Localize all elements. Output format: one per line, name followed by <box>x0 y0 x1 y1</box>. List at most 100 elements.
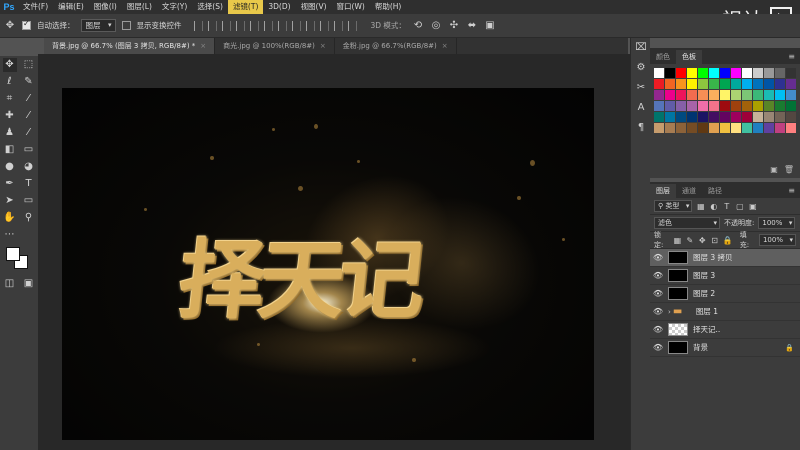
3d-drag-icon[interactable]: ✣ <box>448 20 460 32</box>
close-icon[interactable]: × <box>442 42 448 50</box>
distribute-hcenter-icon[interactable] <box>333 20 343 31</box>
lock-position-icon[interactable]: ✥ <box>698 236 706 245</box>
color-swatch[interactable] <box>720 68 730 78</box>
align-hcenter-icon[interactable] <box>249 20 259 31</box>
color-swatch[interactable] <box>698 112 708 122</box>
auto-select-checkbox[interactable] <box>22 19 31 30</box>
hand-tool-icon[interactable]: ✋ <box>3 211 17 225</box>
color-swatch[interactable] <box>665 68 675 78</box>
shape-filter-icon[interactable]: ▢ <box>735 202 744 211</box>
show-transform-checkbox[interactable] <box>121 21 131 30</box>
tab-swatches[interactable]: 色板 <box>676 50 702 64</box>
adjust-icon[interactable]: ✂ <box>631 78 651 98</box>
3d-slide-icon[interactable]: ⬌ <box>466 20 478 32</box>
color-swatch[interactable] <box>720 101 730 111</box>
align-left-icon[interactable] <box>235 20 245 31</box>
rectangle-tool-icon[interactable]: ▭ <box>22 194 36 208</box>
color-swatch[interactable] <box>753 123 763 133</box>
marquee-tool-icon[interactable]: ⬚ <box>22 58 36 72</box>
color-swatch[interactable] <box>764 101 774 111</box>
color-swatch[interactable] <box>676 68 686 78</box>
color-swatch[interactable] <box>753 90 763 100</box>
color-swatch[interactable] <box>775 123 785 133</box>
adjustment-filter-icon[interactable]: ◐ <box>709 202 718 211</box>
pixel-filter-icon[interactable]: ▦ <box>696 202 705 211</box>
history-icon[interactable]: ⌧ <box>631 38 651 58</box>
layer-row[interactable]: 👁 图层 2 <box>650 285 800 303</box>
layer-row[interactable]: 👁 › ▬ 图层 1 <box>650 303 800 321</box>
color-swatch[interactable] <box>731 123 741 133</box>
layer-row[interactable]: 👁 背景 🔒 <box>650 339 800 357</box>
eye-icon[interactable]: 👁 <box>650 325 666 334</box>
color-swatch[interactable] <box>698 101 708 111</box>
3d-roll-icon[interactable]: ◎ <box>430 20 442 32</box>
color-swatch[interactable] <box>709 79 719 89</box>
properties-icon[interactable]: ⚙ <box>631 58 651 78</box>
3d-rotate-icon[interactable]: ⟲ <box>412 20 424 32</box>
menu-item[interactable]: 视图(V) <box>296 0 332 14</box>
color-swatch[interactable] <box>687 90 697 100</box>
path-select-tool-icon[interactable]: ➤ <box>3 194 17 208</box>
color-swatch[interactable] <box>665 90 675 100</box>
healing-brush-tool-icon[interactable]: ✚ <box>3 109 17 123</box>
color-swatch[interactable] <box>764 79 774 89</box>
color-swatch[interactable] <box>753 79 763 89</box>
close-icon[interactable]: × <box>200 42 206 50</box>
align-top-icon[interactable] <box>193 20 203 31</box>
color-swatch[interactable] <box>687 112 697 122</box>
distribute-left-icon[interactable] <box>319 20 329 31</box>
tab-paths[interactable]: 路径 <box>702 184 728 198</box>
menu-item[interactable]: 帮助(H) <box>370 0 407 14</box>
lock-pixels-icon[interactable]: ✎ <box>686 236 694 245</box>
color-swatch[interactable] <box>764 68 774 78</box>
color-swatch[interactable] <box>775 79 785 89</box>
menu-item[interactable]: 窗口(W) <box>332 0 370 14</box>
color-swatch[interactable] <box>665 112 675 122</box>
tab-light-jpg[interactable]: 商光.jpg @ 100%(RGB/8#) × <box>215 38 335 54</box>
color-swatch[interactable] <box>786 68 796 78</box>
close-icon[interactable]: × <box>320 42 326 50</box>
menu-item[interactable]: 编辑(E) <box>53 0 89 14</box>
color-swatch[interactable] <box>775 101 785 111</box>
color-swatch[interactable] <box>786 123 796 133</box>
color-swatch[interactable] <box>687 79 697 89</box>
color-swatch[interactable] <box>720 90 730 100</box>
color-swatch[interactable] <box>775 90 785 100</box>
color-swatch[interactable] <box>742 112 752 122</box>
color-swatch[interactable] <box>742 68 752 78</box>
quick-mask-icon[interactable]: ◫ <box>3 277 17 291</box>
panel-menu-icon[interactable]: ≡ <box>783 50 800 64</box>
color-swatch[interactable] <box>742 101 752 111</box>
color-swatch[interactable] <box>654 90 664 100</box>
color-swatch[interactable] <box>786 101 796 111</box>
distribute-top-icon[interactable] <box>277 20 287 31</box>
color-swatch[interactable] <box>731 68 741 78</box>
zoom-tool-icon[interactable]: ⚲ <box>22 211 36 225</box>
align-right-icon[interactable] <box>263 20 273 31</box>
dodge-tool-icon[interactable]: ◕ <box>22 160 36 174</box>
type-tool-icon[interactable]: T <box>22 177 36 191</box>
image-canvas[interactable]: 择天记 <box>62 88 594 440</box>
move-tool-icon[interactable]: ✥ <box>2 57 17 72</box>
eraser-tool-icon[interactable]: ◧ <box>3 143 17 157</box>
tab-background-jpg[interactable]: 背景.jpg @ 66.7% (图层 3 拷贝, RGB/8#) * × <box>44 38 216 54</box>
foreground-color-swatch[interactable] <box>6 247 20 261</box>
move-tool-icon[interactable]: ✥ <box>4 20 16 32</box>
color-swatch[interactable] <box>676 123 686 133</box>
color-swatch[interactable] <box>709 68 719 78</box>
color-swatch[interactable] <box>709 101 719 111</box>
color-swatch[interactable] <box>687 101 697 111</box>
color-swatch[interactable] <box>775 68 785 78</box>
brush-tool-icon[interactable]: ⁄ <box>22 109 36 123</box>
eye-icon[interactable]: 👁 <box>650 271 666 280</box>
color-swatch[interactable] <box>720 123 730 133</box>
lock-transparency-icon[interactable]: ▦ <box>673 236 682 245</box>
color-swatch[interactable] <box>676 101 686 111</box>
color-swatch[interactable] <box>786 112 796 122</box>
tab-channels[interactable]: 通道 <box>676 184 702 198</box>
eye-icon[interactable]: 👁 <box>650 253 666 262</box>
layer-row[interactable]: 👁 图层 3 <box>650 267 800 285</box>
menu-item[interactable]: 文字(Y) <box>157 0 192 14</box>
eye-icon[interactable]: 👁 <box>650 343 666 352</box>
color-swatch[interactable] <box>709 90 719 100</box>
